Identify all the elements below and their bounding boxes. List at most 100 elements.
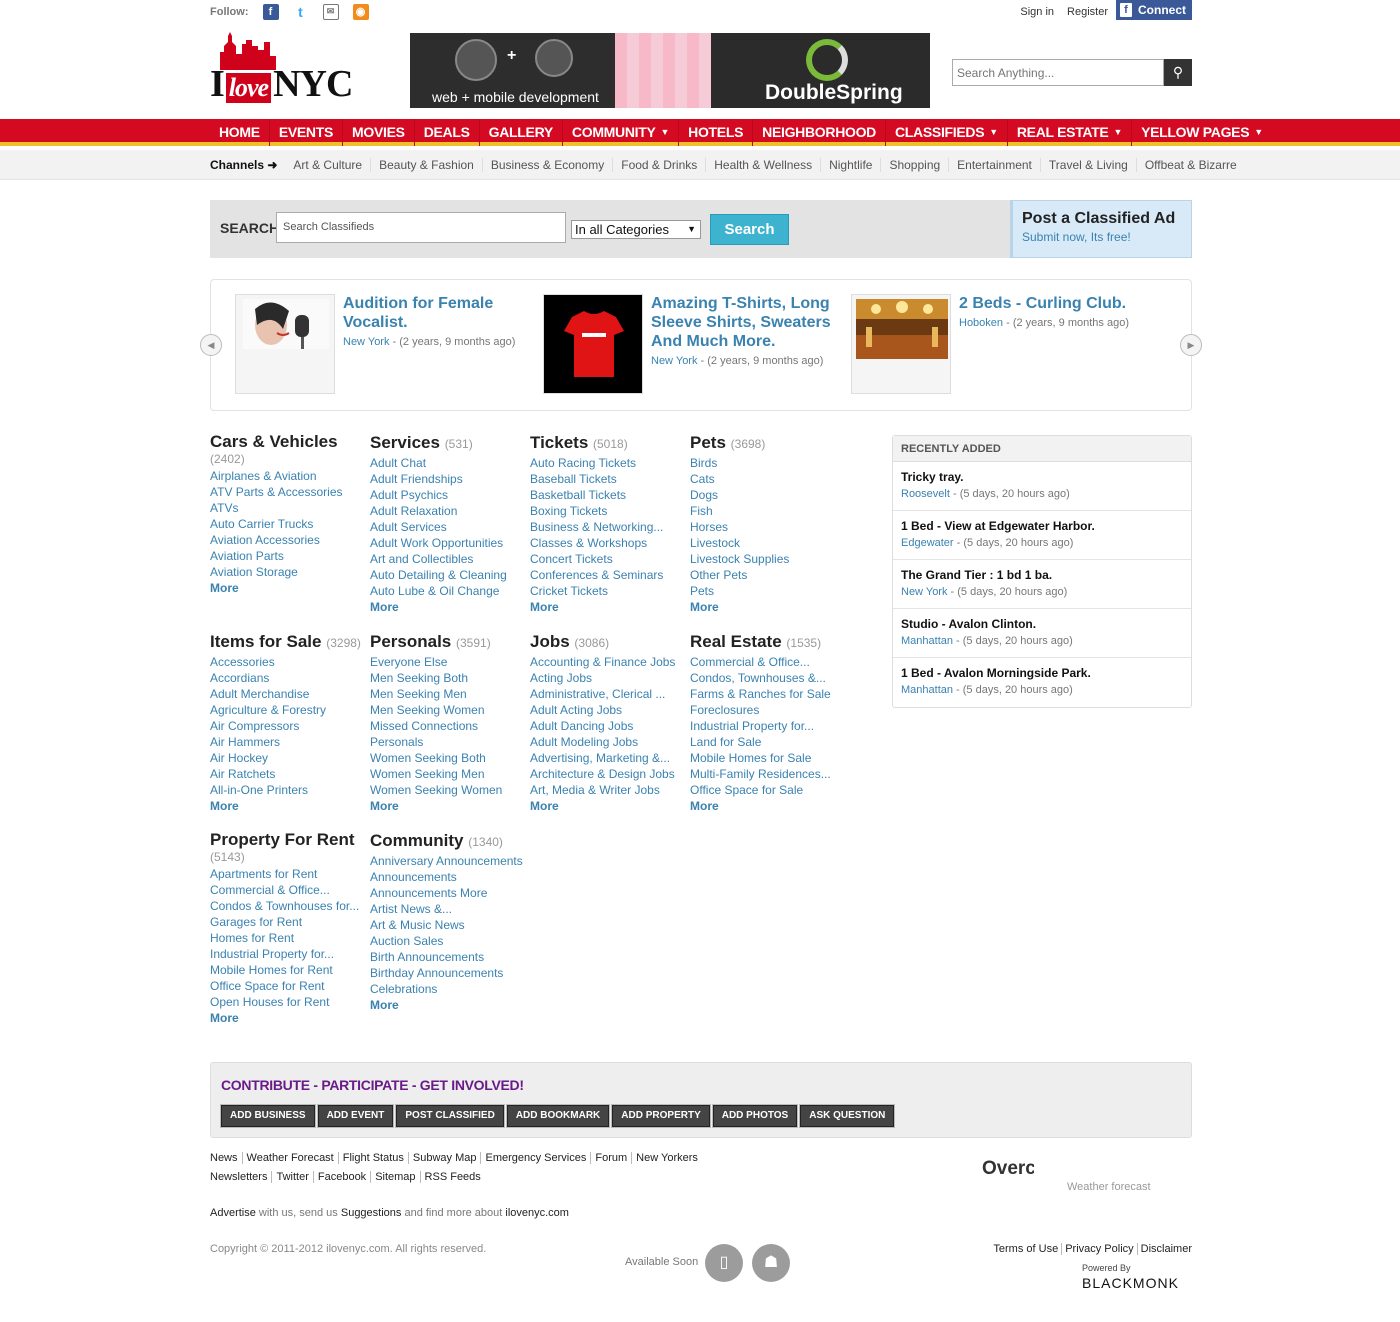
contribute-button[interactable]: ADD BOOKMARK [505, 1104, 611, 1128]
twitter-icon[interactable]: t [292, 4, 309, 20]
subcategory-link[interactable]: Auto Racing Tickets [530, 455, 685, 471]
classified-search-input[interactable]: Search Classifieds [276, 212, 566, 243]
blackmonk-logo[interactable]: BLACKMONK [1082, 1275, 1179, 1291]
channel-link[interactable]: Offbeat & Bizarre [1137, 158, 1245, 172]
recent-item-title[interactable]: Studio - Avalon Clinton. [901, 617, 1183, 631]
carousel-thumbnail[interactable] [851, 294, 951, 394]
subcategory-link[interactable]: Mobile Homes for Rent [210, 962, 365, 978]
subcategory-link[interactable]: Advertising, Marketing &... [530, 750, 685, 766]
subcategory-link[interactable]: Administrative, Clerical ... [530, 686, 685, 702]
legal-link[interactable]: Privacy Policy [1062, 1243, 1138, 1255]
subcategory-link[interactable]: Garages for Rent [210, 914, 365, 930]
category-title[interactable]: Tickets (5018) [530, 433, 685, 454]
subcategory-link[interactable]: Women Seeking Women [370, 782, 525, 798]
channel-link[interactable]: Art & Culture [285, 158, 372, 172]
subcategory-link[interactable]: Adult Dancing Jobs [530, 718, 685, 734]
category-name[interactable]: Items for Sale [210, 632, 322, 651]
category-name[interactable]: Pets [690, 433, 726, 452]
carousel-item-title[interactable]: 2 Beds - Curling Club. Hoboken - (2 year… [959, 294, 1149, 330]
post-ad-subtitle[interactable]: Submit now, Its free! [1022, 230, 1182, 244]
location-link[interactable]: Edgewater [901, 537, 954, 549]
subcategory-link[interactable]: Dogs [690, 487, 845, 503]
subcategory-link[interactable]: Aviation Accessories [210, 532, 365, 548]
category-title[interactable]: Jobs (3086) [530, 632, 685, 653]
subcategory-link[interactable]: Women Seeking Both [370, 750, 525, 766]
subcategory-link[interactable]: Condos & Townhouses for... [210, 898, 365, 914]
category-select[interactable]: In all Categories ▼ [571, 220, 701, 239]
subcategory-link[interactable]: Horses [690, 519, 845, 535]
subcategory-link[interactable]: Accordians [210, 670, 365, 686]
subcategory-link[interactable]: Adult Chat [370, 455, 525, 471]
footer-link[interactable]: Facebook [313, 1171, 372, 1183]
footer-link[interactable]: Twitter [272, 1171, 314, 1183]
carousel-thumbnail[interactable] [543, 294, 643, 394]
subcategory-link[interactable]: Basketball Tickets [530, 487, 685, 503]
subcategory-link[interactable]: Adult Friendships [370, 471, 525, 487]
subcategory-link[interactable]: Accessories [210, 654, 365, 670]
search-icon[interactable]: ⚲ [1164, 59, 1192, 86]
subcategory-link[interactable]: Auto Lube & Oil Change [370, 583, 525, 599]
nav-item-neighborhood[interactable]: NEIGHBORHOOD [753, 119, 886, 146]
nav-item-classifieds[interactable]: CLASSIFIEDS ▼ [886, 119, 1008, 146]
nav-item-events[interactable]: EVENTS [270, 119, 344, 146]
subcategory-link[interactable]: Auto Detailing & Cleaning [370, 567, 525, 583]
channel-link[interactable]: Business & Economy [483, 158, 614, 172]
carousel-item-title[interactable]: Amazing T-Shirts, Long Sleeve Shirts, Sw… [651, 294, 841, 368]
recent-item[interactable]: Tricky tray. Roosevelt - (5 days, 20 hour… [893, 462, 1191, 511]
carousel-item-title[interactable]: Audition for Female Vocalist. New York -… [343, 294, 533, 349]
more-link[interactable]: More [690, 798, 845, 814]
channel-link[interactable]: Food & Drinks [613, 158, 707, 172]
more-link[interactable]: More [530, 798, 685, 814]
subcategory-link[interactable]: Industrial Property for... [210, 946, 365, 962]
category-title[interactable]: Cars & Vehicles [210, 433, 365, 451]
subcategory-link[interactable]: Air Compressors [210, 718, 365, 734]
location-link[interactable]: Manhattan [901, 635, 953, 647]
recent-item-title[interactable]: Tricky tray. [901, 470, 1183, 484]
subcategory-link[interactable]: ATVs [210, 500, 365, 516]
subcategory-link[interactable]: ATV Parts & Accessories [210, 484, 365, 500]
nav-item-home[interactable]: HOME [210, 119, 270, 146]
carousel-title-text[interactable]: Amazing T-Shirts, Long Sleeve Shirts, Sw… [651, 295, 831, 350]
carousel-title-text[interactable]: Audition for Female Vocalist. [343, 295, 493, 331]
legal-link[interactable]: Terms of Use [990, 1243, 1063, 1255]
subcategory-link[interactable]: Adult Relaxation [370, 503, 525, 519]
subcategory-link[interactable]: Art & Music News [370, 917, 525, 933]
channel-link[interactable]: Travel & Living [1041, 158, 1137, 172]
channel-link[interactable]: Shopping [881, 158, 950, 172]
channel-link[interactable]: Beauty & Fashion [371, 158, 483, 172]
subcategory-link[interactable]: Adult Psychics [370, 487, 525, 503]
subcategory-link[interactable]: Adult Services [370, 519, 525, 535]
category-title[interactable]: Services (531) [370, 433, 525, 454]
subcategory-link[interactable]: Adult Acting Jobs [530, 702, 685, 718]
nav-item-community[interactable]: COMMUNITY ▼ [563, 119, 680, 146]
carousel-next-icon[interactable]: ▶ [1180, 334, 1202, 356]
subcategory-link[interactable]: Livestock [690, 535, 845, 551]
subcategory-link[interactable]: Air Hammers [210, 734, 365, 750]
subcategory-link[interactable]: Mobile Homes for Sale [690, 750, 845, 766]
carousel-item[interactable]: Amazing T-Shirts, Long Sleeve Shirts, Sw… [543, 294, 843, 394]
subcategory-link[interactable]: Celebrations [370, 981, 525, 997]
category-title[interactable]: Items for Sale (3298) [210, 632, 365, 653]
subcategory-link[interactable]: Missed Connections [370, 718, 525, 734]
subcategory-link[interactable]: Everyone Else [370, 654, 525, 670]
footer-link[interactable]: Flight Status [338, 1152, 409, 1164]
category-name[interactable]: Jobs [530, 632, 570, 651]
recent-item-title[interactable]: 1 Bed - Avalon Morningside Park. [901, 666, 1183, 680]
channel-link[interactable]: Health & Wellness [706, 158, 822, 172]
subcategory-link[interactable]: Cricket Tickets [530, 583, 685, 599]
more-link[interactable]: More [370, 997, 525, 1013]
subcategory-link[interactable]: Open Houses for Rent [210, 994, 365, 1010]
facebook-icon[interactable]: f [262, 4, 279, 20]
location-link[interactable]: New York [901, 586, 947, 598]
contribute-button[interactable]: ADD BUSINESS [220, 1104, 316, 1128]
contribute-button[interactable]: ADD PHOTOS [711, 1104, 799, 1128]
contribute-button[interactable]: ADD PROPERTY [611, 1104, 711, 1128]
subcategory-link[interactable]: Announcements [370, 869, 525, 885]
sign-in-link[interactable]: Sign in [1020, 6, 1054, 18]
subcategory-link[interactable]: Land for Sale [690, 734, 845, 750]
advertise-link[interactable]: Advertise [210, 1207, 256, 1219]
subcategory-link[interactable]: Agriculture & Forestry [210, 702, 365, 718]
contribute-button[interactable]: ADD EVENT [316, 1104, 395, 1128]
subcategory-link[interactable]: Birthday Announcements [370, 965, 525, 981]
category-title[interactable]: Pets (3698) [690, 433, 845, 454]
